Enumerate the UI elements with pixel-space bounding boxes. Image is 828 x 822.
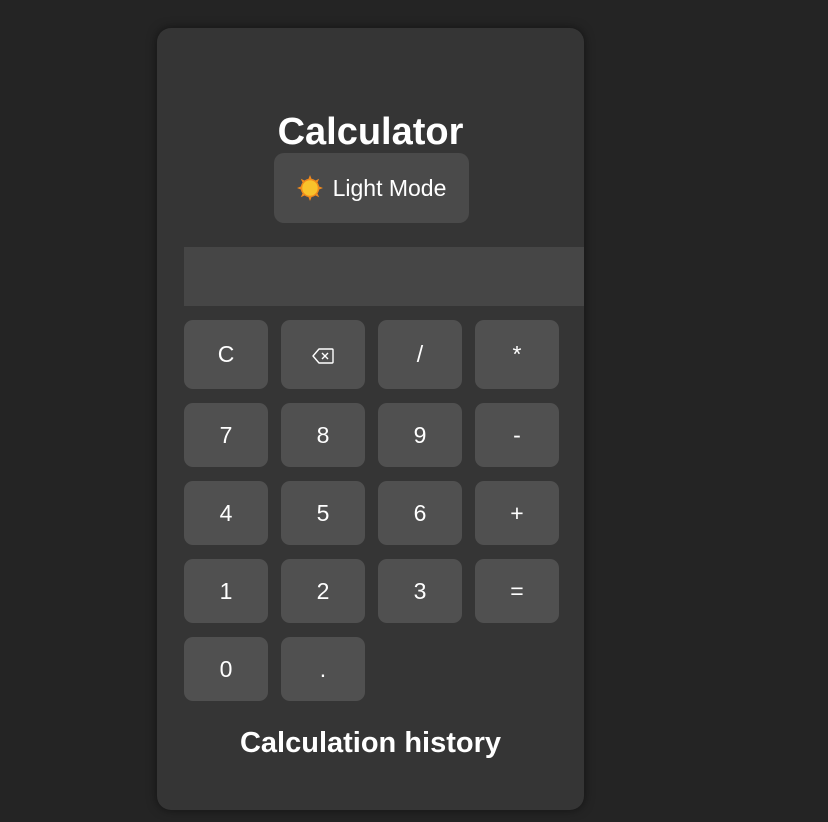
minus-button[interactable]: - xyxy=(475,403,559,467)
clear-button[interactable]: C xyxy=(184,320,268,389)
history-title: Calculation history xyxy=(239,727,502,759)
equals-button[interactable]: = xyxy=(475,559,559,623)
plus-button[interactable]: + xyxy=(475,481,559,545)
digit-2-button[interactable]: 2 xyxy=(281,559,365,623)
backspace-button[interactable] xyxy=(281,320,365,389)
multiply-button[interactable]: * xyxy=(475,320,559,389)
digit-6-button[interactable]: 6 xyxy=(378,481,462,545)
theme-toggle-label: Light Mode xyxy=(332,174,447,201)
calculator-display xyxy=(184,247,584,306)
calculator-card: Calculator Light Mode C / * 7 8 9 - 4 5 … xyxy=(157,28,584,810)
digit-8-button[interactable]: 8 xyxy=(281,403,365,467)
digit-1-button[interactable]: 1 xyxy=(184,559,268,623)
sun-icon xyxy=(296,175,323,201)
digit-7-button[interactable]: 7 xyxy=(184,403,268,467)
digit-9-button[interactable]: 9 xyxy=(378,403,462,467)
digit-0-button[interactable]: 0 xyxy=(184,637,268,701)
digit-4-button[interactable]: 4 xyxy=(184,481,268,545)
theme-toggle-button[interactable]: Light Mode xyxy=(274,153,469,223)
decimal-button[interactable]: . xyxy=(281,637,365,701)
digit-3-button[interactable]: 3 xyxy=(378,559,462,623)
calculator-title: Calculator xyxy=(277,111,464,153)
backspace-icon xyxy=(312,348,334,364)
divide-button[interactable]: / xyxy=(378,320,462,389)
digit-5-button[interactable]: 5 xyxy=(281,481,365,545)
